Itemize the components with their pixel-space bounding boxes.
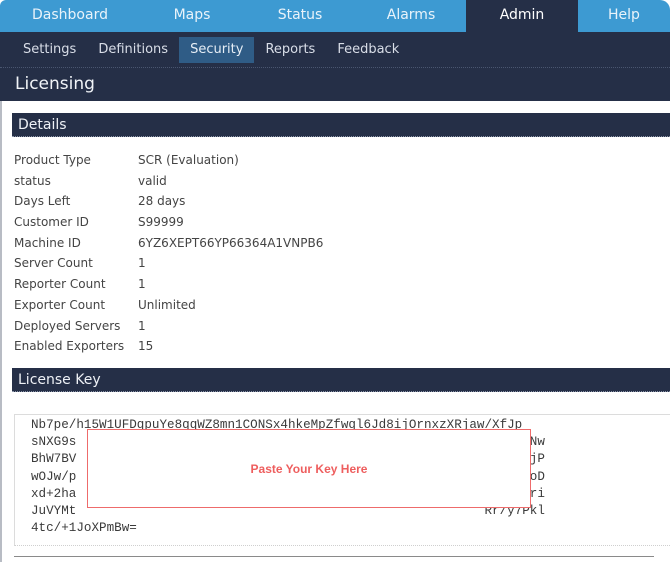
detail-value: 28 days [138,194,186,209]
top-navigation: Dashboard Maps Status Alarms Admin Help [0,0,670,32]
detail-value: 1 [138,318,146,333]
detail-value: 1 [138,277,146,292]
subnav-definitions[interactable]: Definitions [87,37,179,63]
divider [14,556,654,557]
paste-key-callout: Paste Your Key Here [87,429,531,508]
tab-help[interactable]: Help [578,0,670,32]
detail-value: 1 [138,256,146,271]
detail-row-enabled-exporters: Enabled Exporters 15 [14,336,323,357]
detail-row-days-left: Days Left 28 days [14,191,323,212]
subnav-reports[interactable]: Reports [254,37,326,63]
detail-row-product-type: Product Type SCR (Evaluation) [14,150,323,171]
detail-row-server-count: Server Count 1 [14,253,323,274]
tab-maps[interactable]: Maps [140,0,244,32]
subnav-security[interactable]: Security [179,36,255,63]
subnav-settings[interactable]: Settings [12,37,87,63]
detail-label: Machine ID [14,235,81,250]
sub-navigation: Settings Definitions Security Reports Fe… [0,32,670,68]
tab-status[interactable]: Status [244,0,356,32]
detail-label: Enabled Exporters [14,339,125,354]
license-key-section-header: License Key [12,368,670,392]
detail-row-exporter-count: Exporter Count Unlimited [14,295,323,316]
detail-value: Unlimited [138,297,196,312]
detail-value: SCR (Evaluation) [138,153,239,167]
tab-alarms[interactable]: Alarms [356,0,466,32]
detail-value: S99999 [138,215,184,230]
detail-row-deployed-servers: Deployed Servers 1 [14,316,323,337]
detail-label: Exporter Count [14,297,106,312]
tab-dashboard[interactable]: Dashboard [0,0,140,32]
detail-label: Deployed Servers [14,318,121,333]
detail-value: 15 [138,339,154,354]
page-title: Licensing [0,68,670,101]
detail-label: status [14,173,51,188]
detail-row-status: status valid [14,171,323,192]
detail-label: Days Left [14,194,71,209]
detail-value: valid [138,173,167,188]
detail-value: 6YZ6XEPT66YP66364A1VNPB6 [138,235,324,250]
license-key-line: 4tc/+1JoXPmBw= [31,521,137,536]
licensing-page: Dashboard Maps Status Alarms Admin Help … [0,0,670,562]
detail-label: Server Count [14,256,93,271]
tab-admin[interactable]: Admin [466,0,578,32]
detail-label: Product Type [14,153,91,167]
detail-row-customer-id: Customer ID S99999 [14,212,323,233]
subnav-feedback[interactable]: Feedback [326,37,410,63]
details-section-header: Details [12,113,670,137]
detail-label: Customer ID [14,215,89,230]
detail-row-reporter-count: Reporter Count 1 [14,274,323,295]
detail-label: Reporter Count [14,277,106,292]
details-list: Product Type SCR (Evaluation) status val… [14,150,323,357]
detail-row-machine-id: Machine ID 6YZ6XEPT66YP66364A1VNPB6 [14,233,323,254]
callout-text: Paste Your Key Here [250,461,368,476]
